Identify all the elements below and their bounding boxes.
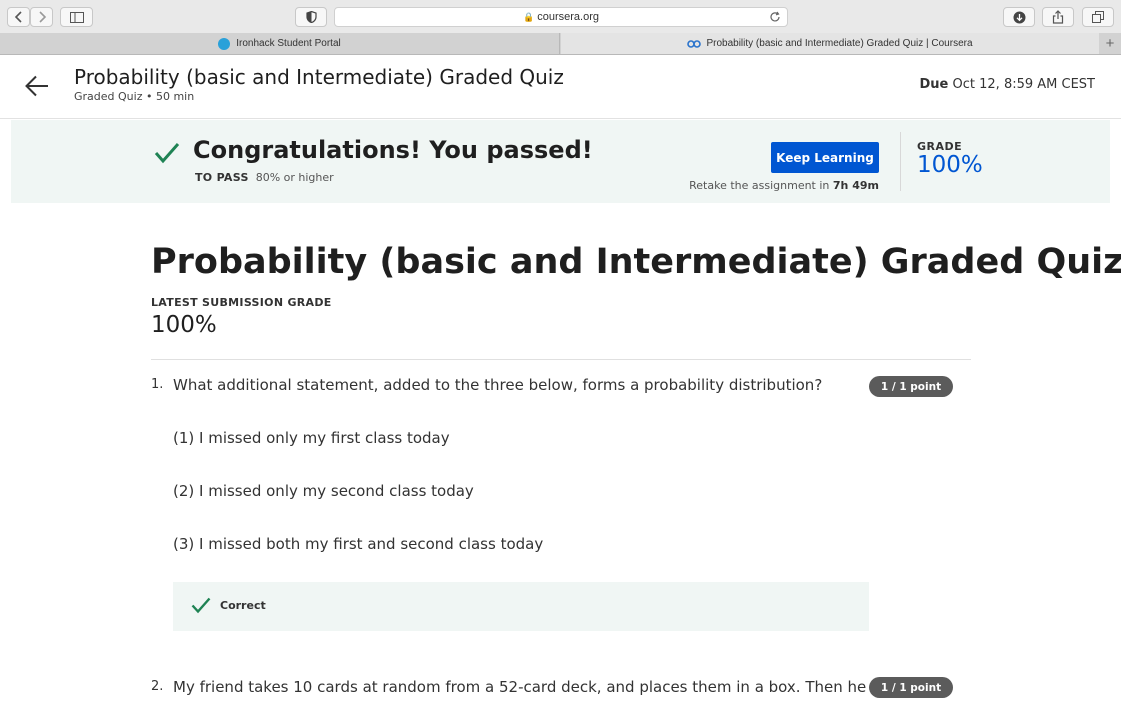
to-pass-label: TO PASS <box>195 171 249 184</box>
sidebar-toggle-button[interactable] <box>60 7 93 27</box>
page-header: Probability (basic and Intermediate) Gra… <box>0 55 1121 119</box>
statement-item: (2) I missed only my second class today <box>173 482 474 500</box>
forward-button[interactable] <box>30 7 53 27</box>
ironhack-favicon-icon <box>218 37 231 50</box>
latest-grade-label: LATEST SUBMISSION GRADE <box>151 296 332 309</box>
question-number: 1. <box>151 377 164 392</box>
question-text: What additional statement, added to the … <box>173 376 823 394</box>
sidebar-icon <box>69 11 84 23</box>
tab-label: Probability (basic and Intermediate) Gra… <box>706 38 973 49</box>
due-date: Due Oct 12, 8:59 AM CEST <box>920 77 1095 92</box>
latest-grade-value: 100% <box>151 312 217 338</box>
checkmark-icon <box>191 597 211 614</box>
congratulations-heading: Congratulations! You passed! <box>193 136 593 164</box>
tab-ironhack[interactable]: Ironhack Student Portal <box>0 33 560 54</box>
share-button[interactable] <box>1042 7 1074 27</box>
tabs-overview-button[interactable] <box>1082 7 1114 27</box>
plus-icon: + <box>1105 35 1115 52</box>
shield-icon <box>305 11 317 23</box>
page-subtitle: Graded Quiz • 50 min <box>74 90 195 103</box>
quiz-title: Probability (basic and Intermediate) Gra… <box>151 242 1121 282</box>
checkmark-icon <box>154 143 180 164</box>
pass-requirement: TO PASS 80% or higher <box>195 171 334 184</box>
to-pass-value: 80% or higher <box>255 171 334 184</box>
download-icon <box>1013 11 1025 23</box>
retake-time: 7h 49m <box>832 179 879 192</box>
banner-divider <box>900 132 901 191</box>
back-arrow-icon[interactable] <box>25 75 49 97</box>
tab-bar: Ironhack Student Portal Probability (bas… <box>0 33 1121 55</box>
downloads-button[interactable] <box>1003 7 1035 27</box>
new-tab-button[interactable]: + <box>1099 33 1121 54</box>
lock-icon: 🔒 <box>522 12 535 22</box>
statement-item: (1) I missed only my first class today <box>173 429 450 447</box>
grade-value: 100% <box>917 152 983 178</box>
tabs-icon <box>1092 11 1104 23</box>
due-value: Oct 12, 8:59 AM CEST <box>952 77 1095 92</box>
tab-coursera[interactable]: Probability (basic and Intermediate) Gra… <box>561 33 1099 54</box>
tab-label: Ironhack Student Portal <box>236 38 341 49</box>
address-bar[interactable]: 🔒 coursera.org <box>334 7 788 27</box>
points-badge: 1 / 1 point <box>869 376 953 397</box>
url-text: coursera.org <box>537 11 600 23</box>
back-button[interactable] <box>7 7 30 27</box>
keep-learning-button[interactable]: Keep Learning <box>771 142 879 173</box>
reload-icon[interactable] <box>769 11 781 23</box>
browser-toolbar: 🔒 coursera.org <box>0 0 1121 33</box>
divider <box>151 359 971 360</box>
retake-info: Retake the assignment in 7h 49m <box>689 179 879 192</box>
share-icon <box>1052 10 1064 24</box>
retake-text: Retake the assignment in <box>689 179 830 192</box>
points-badge: 1 / 1 point <box>869 677 953 698</box>
chevron-left-icon <box>14 11 22 23</box>
passed-banner: Congratulations! You passed! TO PASS 80%… <box>11 120 1110 203</box>
chevron-right-icon <box>38 11 46 23</box>
url-display: 🔒 coursera.org <box>335 8 787 26</box>
question-number: 2. <box>151 679 164 694</box>
feedback-label: Correct <box>220 599 266 612</box>
due-label: Due <box>919 77 949 92</box>
question-text: My friend takes 10 cards at random from … <box>173 678 866 696</box>
feedback-box: Correct <box>173 582 869 631</box>
statement-item: (3) I missed both my first and second cl… <box>173 535 544 553</box>
page-title: Probability (basic and Intermediate) Gra… <box>74 65 564 89</box>
coursera-favicon-icon <box>687 39 702 48</box>
privacy-shield-button[interactable] <box>295 7 327 27</box>
